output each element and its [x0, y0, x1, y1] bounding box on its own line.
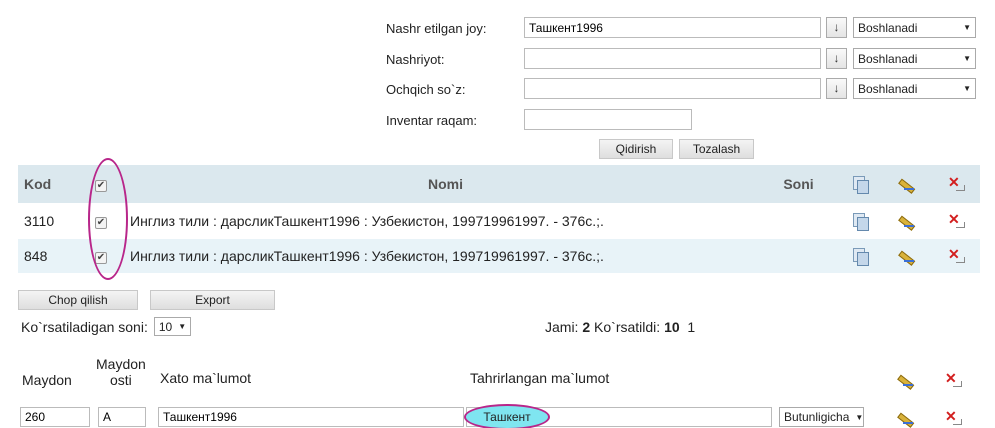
- row-checkbox[interactable]: ✔: [95, 252, 107, 264]
- field-input[interactable]: [20, 407, 90, 427]
- edit-pencil-icon[interactable]: [899, 176, 917, 192]
- match-mode-value: Boshlanadi: [858, 81, 918, 96]
- subfield-header: Maydon osti: [96, 356, 146, 388]
- soni-cell: [761, 203, 836, 239]
- kod-header: Kod: [18, 165, 76, 204]
- publish-place-row: Nashr etilgan joy: ↓ Boshlanadi ▼: [386, 16, 976, 40]
- field-header: Maydon: [22, 372, 72, 388]
- match-mode-select[interactable]: Boshlanadi ▼: [853, 48, 976, 69]
- copy-icon[interactable]: [851, 213, 869, 232]
- inventory-input[interactable]: [524, 109, 692, 130]
- kod-cell: 3110: [18, 203, 76, 239]
- edit-header-cell: [884, 165, 932, 204]
- table-row[interactable]: 3110 ✔ Инглиз тили : дарсликТашкент1996 …: [18, 203, 980, 239]
- subfield-input[interactable]: [98, 407, 146, 427]
- results-table: Kod ✔ Nomi Soni 3110 ✔ Инглиз тили : дар…: [18, 165, 980, 274]
- copy-cell: [836, 203, 884, 239]
- publisher-label: Nashriyot:: [386, 51, 445, 67]
- soni-cell: [761, 238, 836, 274]
- delete-icon[interactable]: [947, 174, 965, 192]
- delete-icon[interactable]: [944, 408, 962, 426]
- chevron-down-icon: ▼: [963, 84, 971, 93]
- scope-select[interactable]: Butunligicha ▼: [779, 407, 864, 427]
- match-mode-select[interactable]: Boshlanadi ▼: [853, 17, 976, 38]
- sort-arrow-button[interactable]: ↓: [826, 78, 847, 99]
- per-page-select[interactable]: 10 ▼: [153, 317, 192, 336]
- export-button[interactable]: Export: [150, 290, 275, 310]
- delete-icon[interactable]: [947, 246, 965, 264]
- match-mode-value: Boshlanadi: [858, 51, 918, 66]
- copy-icon[interactable]: [851, 248, 869, 267]
- delete-icon[interactable]: [947, 211, 965, 229]
- totals-text: Jami: 2 Ko`rsatildi: 10 1: [545, 319, 695, 335]
- inventory-row: Inventar raqam:: [386, 108, 692, 132]
- publish-place-input[interactable]: [524, 17, 821, 38]
- copy-header-cell: [836, 165, 884, 204]
- edit-pencil-icon[interactable]: [898, 372, 916, 388]
- row-checkbox-cell: ✔: [76, 203, 126, 239]
- corrected-header: Tahrirlangan ma`lumot: [470, 370, 610, 386]
- page-link[interactable]: 1: [687, 319, 695, 335]
- scope-value: Butunligicha: [784, 410, 850, 424]
- table-row[interactable]: 848 ✔ Инглиз тили : дарсликТашкент1996 :…: [18, 238, 980, 274]
- copy-icon[interactable]: [851, 176, 869, 195]
- soni-header: Soni: [761, 165, 836, 204]
- nomi-cell: Инглиз тили : дарсликТашкент1996 : Узбек…: [126, 203, 761, 239]
- copy-cell: [836, 238, 884, 274]
- print-button[interactable]: Chop qilish: [18, 290, 138, 310]
- per-page-control: Ko`rsatiladigan soni: 10 ▼: [21, 317, 192, 336]
- error-header: Xato ma`lumot: [160, 370, 252, 386]
- footer-buttons: Chop qilish Export: [18, 290, 275, 310]
- nomi-header: Nomi: [126, 165, 761, 204]
- chevron-down-icon: ▼: [178, 322, 187, 331]
- shown-label: Ko`rsatildi:: [594, 319, 661, 335]
- sort-arrow-button[interactable]: ↓: [826, 17, 847, 38]
- clear-button[interactable]: Tozalash: [679, 139, 754, 159]
- delete-icon[interactable]: [944, 370, 962, 388]
- keyword-row: Ochqich so`z: ↓ Boshlanadi ▼: [386, 77, 976, 101]
- delete-header-cell: [932, 165, 980, 204]
- edit-cell: [884, 203, 932, 239]
- total-label: Jami:: [545, 319, 579, 335]
- delete-cell: [932, 238, 980, 274]
- edit-pencil-icon[interactable]: [899, 248, 917, 264]
- chevron-down-icon: ▼: [963, 54, 971, 63]
- subfield-header-line2: osti: [110, 372, 132, 388]
- publisher-row: Nashriyot: ↓ Boshlanadi ▼: [386, 47, 976, 71]
- publish-place-label: Nashr etilgan joy:: [386, 20, 487, 36]
- row-checkbox-cell: ✔: [76, 238, 126, 274]
- keyword-input[interactable]: [524, 78, 821, 99]
- nomi-cell: Инглиз тили : дарсликТашкент1996 : Узбек…: [126, 238, 761, 274]
- select-all-cell: ✔: [76, 165, 126, 204]
- per-page-value: 10: [158, 319, 173, 334]
- corrected-value-highlight: Ташкент: [464, 404, 550, 428]
- per-page-label: Ko`rsatiladigan soni:: [21, 318, 148, 335]
- table-header-row: Kod ✔ Nomi Soni: [18, 165, 980, 204]
- edit-pencil-icon[interactable]: [899, 213, 917, 229]
- edit-cell: [884, 238, 932, 274]
- row-checkbox[interactable]: ✔: [95, 217, 107, 229]
- publisher-input[interactable]: [524, 48, 821, 69]
- total-value: 2: [582, 319, 591, 335]
- keyword-label: Ochqich so`z:: [386, 81, 466, 97]
- error-input[interactable]: [158, 407, 464, 427]
- shown-value: 10: [664, 319, 680, 335]
- select-all-checkbox[interactable]: ✔: [95, 180, 107, 193]
- sort-arrow-button[interactable]: ↓: [826, 48, 847, 69]
- kod-cell: 848: [18, 238, 76, 274]
- edit-pencil-icon[interactable]: [898, 410, 916, 426]
- inventory-label: Inventar raqam:: [386, 112, 478, 128]
- match-mode-select[interactable]: Boshlanadi ▼: [853, 78, 976, 99]
- search-button[interactable]: Qidirish: [599, 139, 673, 159]
- chevron-down-icon: ▼: [855, 412, 864, 422]
- chevron-down-icon: ▼: [963, 23, 971, 32]
- match-mode-value: Boshlanadi: [858, 20, 918, 35]
- delete-cell: [932, 203, 980, 239]
- subfield-header-line1: Maydon: [96, 356, 146, 372]
